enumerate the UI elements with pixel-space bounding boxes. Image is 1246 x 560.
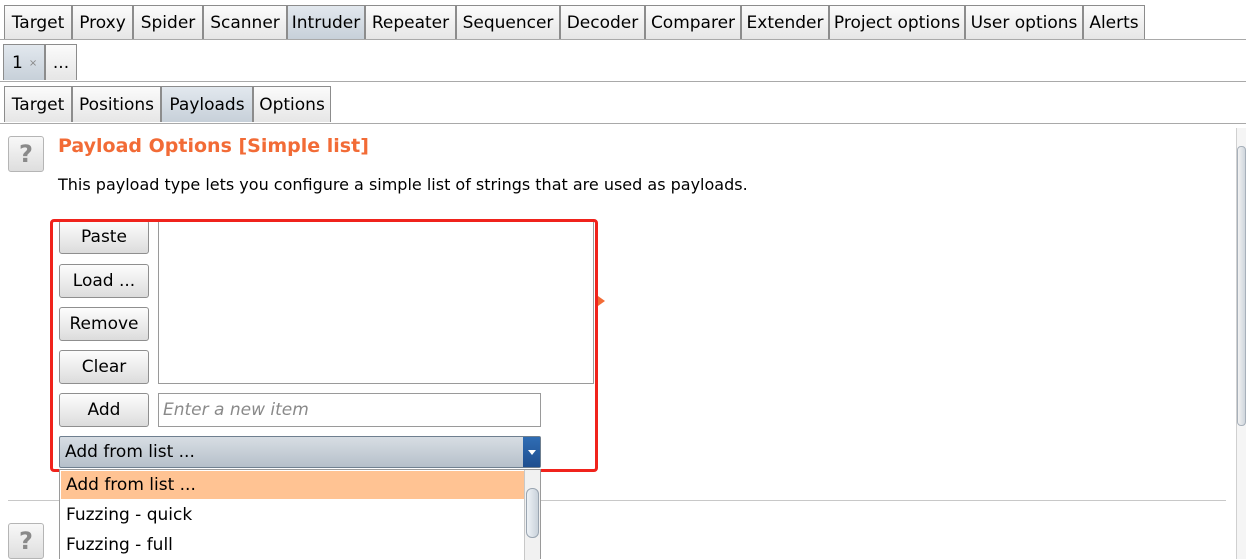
clear-button[interactable]: Clear (59, 350, 149, 384)
payload-list[interactable] (158, 220, 594, 384)
page-scroll-thumb[interactable] (1237, 146, 1246, 426)
add-from-list-dropdown: Add from list ... Fuzzing - quick Fuzzin… (59, 469, 541, 560)
dropdown-option[interactable]: Fuzzing - full (61, 531, 524, 559)
question-mark-icon: ? (19, 140, 33, 168)
tab-attack-1[interactable]: 1 × (3, 44, 45, 80)
load-button[interactable]: Load ... (59, 264, 149, 298)
attack-tab-bar: 1 × ... (0, 40, 1246, 82)
page-scrollbar[interactable] (1236, 128, 1246, 559)
paste-button[interactable]: Paste (59, 220, 149, 254)
intruder-sub-tab-bar: Target Positions Payloads Options (0, 82, 1246, 124)
remove-button[interactable]: Remove (59, 307, 149, 341)
combo-selected-value: Add from list ... (65, 442, 195, 462)
help-button[interactable]: ? (8, 136, 44, 172)
subtab-options[interactable]: Options (253, 86, 331, 122)
help-button-next-section[interactable]: ? (8, 523, 44, 559)
section-title: Payload Options [Simple list] (58, 135, 369, 157)
collapse-arrow-icon (598, 296, 605, 306)
section-description: This payload type lets you configure a s… (58, 175, 748, 194)
tab-spider[interactable]: Spider (133, 5, 203, 39)
subtab-positions[interactable]: Positions (72, 86, 161, 122)
question-mark-icon: ? (19, 527, 33, 555)
tab-scanner[interactable]: Scanner (203, 5, 287, 39)
tab-proxy[interactable]: Proxy (72, 5, 133, 39)
close-icon[interactable]: × (29, 58, 37, 69)
tab-target[interactable]: Target (4, 5, 72, 39)
dropdown-option[interactable]: Fuzzing - quick (61, 501, 524, 529)
tab-sequencer[interactable]: Sequencer (456, 5, 560, 39)
tab-alerts[interactable]: Alerts (1083, 5, 1145, 39)
add-from-list-combo[interactable]: Add from list ... (59, 436, 541, 468)
tab-new-attack[interactable]: ... (45, 44, 77, 80)
tab-user-options[interactable]: User options (965, 5, 1083, 39)
tab-repeater[interactable]: Repeater (365, 5, 456, 39)
subtab-payloads[interactable]: Payloads (161, 86, 253, 122)
tab-extender[interactable]: Extender (741, 5, 829, 39)
new-item-input[interactable] (158, 393, 541, 427)
chevron-down-icon[interactable] (523, 437, 540, 467)
tab-intruder[interactable]: Intruder (287, 5, 365, 39)
main-tab-bar: Target Proxy Spider Scanner Intruder Rep… (0, 0, 1246, 40)
subtab-target[interactable]: Target (4, 86, 72, 122)
dropdown-scroll-thumb[interactable] (526, 488, 539, 538)
add-button[interactable]: Add (59, 393, 149, 427)
tab-decoder[interactable]: Decoder (560, 5, 645, 39)
tab-project-options[interactable]: Project options (829, 5, 965, 39)
dropdown-scrollbar[interactable] (524, 470, 540, 560)
dropdown-option[interactable]: Add from list ... (61, 471, 524, 499)
tab-comparer[interactable]: Comparer (645, 5, 741, 39)
